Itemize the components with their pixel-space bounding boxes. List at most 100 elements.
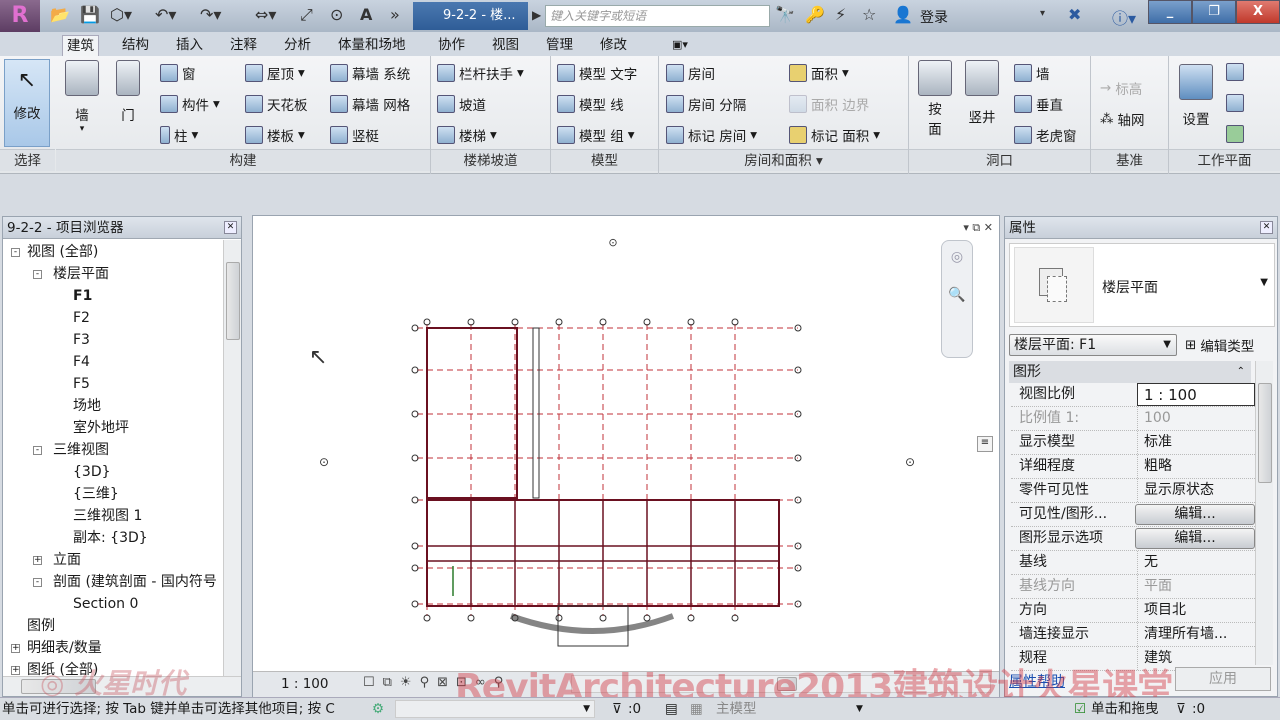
- browser-item[interactable]: 视图 (全部): [27, 241, 98, 263]
- grid-button[interactable]: ⁂ 轴网: [1100, 109, 1145, 129]
- expand-toggle-icon[interactable]: -: [11, 248, 20, 257]
- edit-type-button[interactable]: ⊞ 编辑类型: [1185, 335, 1254, 355]
- expand-toggle-icon[interactable]: +: [11, 666, 20, 675]
- tab-annotate[interactable]: 注释: [226, 35, 261, 56]
- apply-button[interactable]: 应用: [1175, 667, 1271, 691]
- design-option-dropdown[interactable]: 主模型: [716, 698, 757, 720]
- browser-item[interactable]: 剖面 (建筑剖面 - 国内符号: [53, 571, 217, 593]
- browser-item[interactable]: 场地: [73, 395, 101, 417]
- chevron-down-icon[interactable]: ▾: [1040, 8, 1045, 19]
- workset-dropdown[interactable]: ▼: [395, 700, 595, 718]
- ref-plane-icon[interactable]: [1226, 94, 1244, 112]
- instance-filter-dropdown[interactable]: 楼层平面: F1 ▼: [1009, 334, 1177, 356]
- expand-toggle-icon[interactable]: -: [33, 578, 42, 587]
- tab-manage[interactable]: 管理: [542, 35, 577, 56]
- minimize-button[interactable]: _: [1148, 0, 1192, 24]
- chevron-down-icon[interactable]: ▼: [856, 698, 863, 720]
- property-value[interactable]: 1 : 100: [1137, 383, 1255, 406]
- property-value[interactable]: 显示原状态: [1137, 479, 1255, 502]
- open-icon[interactable]: 📂: [50, 5, 70, 24]
- dormer-button[interactable]: 老虎窗: [1014, 125, 1077, 145]
- browser-vertical-scrollbar[interactable]: [223, 240, 241, 678]
- mullion-button[interactable]: 竖梃: [330, 125, 379, 145]
- expand-toggle-icon[interactable]: -: [33, 446, 42, 455]
- scrollbar-thumb[interactable]: [1258, 383, 1272, 483]
- dimension-icon[interactable]: ⤢: [300, 5, 313, 25]
- tab-architecture[interactable]: 建筑: [62, 35, 99, 56]
- window-button[interactable]: 窗: [160, 63, 196, 83]
- browser-item[interactable]: Section 0: [73, 593, 138, 615]
- browser-item[interactable]: 立面: [53, 549, 81, 571]
- component-button[interactable]: 构件 ▾: [160, 94, 220, 114]
- tab-structure[interactable]: 结构: [118, 35, 153, 56]
- by-face-button[interactable]: 按面: [915, 60, 955, 138]
- model-text-button[interactable]: 模型 文字: [557, 63, 637, 83]
- railing-button[interactable]: 栏杆扶手 ▾: [437, 63, 524, 83]
- model-group-button[interactable]: 模型 组 ▾: [557, 125, 635, 145]
- restore-button[interactable]: ❐: [1192, 0, 1236, 24]
- browser-item[interactable]: {三维}: [73, 483, 119, 505]
- close-button[interactable]: X: [1236, 0, 1280, 24]
- floor-plan-view[interactable]: ▾ ⧉ ✕ ◎ 🔍 ≡ ⊙ ⊙ ⊙ ↖ 1 : 100 ☐⧉☀⚲⊠⊡∞⚲: [252, 215, 1000, 697]
- redo-icon[interactable]: ↷▾: [200, 5, 221, 24]
- show-work-plane-icon[interactable]: [1226, 63, 1244, 81]
- tab-insert[interactable]: 插入: [172, 35, 207, 56]
- column-button[interactable]: 柱 ▾: [160, 125, 198, 145]
- property-value[interactable]: 项目北: [1137, 599, 1255, 622]
- browser-item[interactable]: 三维视图: [53, 439, 109, 461]
- floor-button[interactable]: 楼板 ▾: [245, 125, 305, 145]
- key-icon[interactable]: 🔑: [805, 5, 825, 24]
- close-icon[interactable]: ✕: [224, 221, 237, 234]
- browser-item[interactable]: 三维视图 1: [73, 505, 142, 527]
- expand-toggle-icon[interactable]: +: [33, 556, 42, 565]
- login-link[interactable]: 登录: [920, 7, 948, 27]
- browser-item[interactable]: 明细表/数量: [27, 637, 102, 659]
- wall-opening-button[interactable]: 墙: [1014, 63, 1050, 83]
- sync-icon[interactable]: ⬡▾: [110, 5, 132, 24]
- tag-area-button[interactable]: 标记 面积 ▾: [789, 125, 880, 145]
- satellite-icon[interactable]: ⚡: [835, 5, 846, 24]
- panel-room-area-label[interactable]: 房间和面积 ▾: [659, 149, 908, 171]
- collapse-icon[interactable]: ⌃: [1237, 361, 1245, 383]
- wall-button[interactable]: 墙 ▾: [62, 60, 102, 134]
- ramp-button[interactable]: 坡道: [437, 94, 486, 114]
- vertical-opening-button[interactable]: 垂直: [1014, 94, 1063, 114]
- scrollbar-thumb[interactable]: [226, 262, 240, 340]
- browser-item[interactable]: F1: [73, 285, 92, 307]
- browser-item[interactable]: F4: [73, 351, 90, 373]
- option-icon[interactable]: ▦: [690, 698, 703, 720]
- panel-select-label[interactable]: 选择: [0, 149, 55, 171]
- ribbon-minimize-toggle[interactable]: ▣▾: [668, 35, 692, 56]
- group-graphics[interactable]: 图形 ⌃: [1009, 361, 1251, 383]
- close-icon[interactable]: ✕: [1260, 221, 1273, 234]
- stair-button[interactable]: 楼梯 ▾: [437, 125, 497, 145]
- design-options-icon[interactable]: ▤: [665, 698, 678, 720]
- modify-button[interactable]: ↖ 修改: [4, 59, 50, 147]
- filter-icon[interactable]: ⊽: [1176, 698, 1186, 720]
- property-value[interactable]: 标准: [1137, 431, 1255, 454]
- viewer-icon[interactable]: [1226, 125, 1244, 143]
- browser-item[interactable]: 副本: {3D}: [73, 527, 148, 549]
- property-value[interactable]: 粗略: [1137, 455, 1255, 478]
- browser-item[interactable]: 室外地坪: [73, 417, 129, 439]
- expand-toggle-icon[interactable]: +: [11, 644, 20, 653]
- editable-only-icon[interactable]: ⊽: [612, 698, 622, 720]
- text-icon[interactable]: A: [360, 5, 372, 24]
- tab-collaborate[interactable]: 协作: [434, 35, 469, 56]
- drag-checkbox[interactable]: ☑: [1074, 698, 1086, 720]
- edit-button[interactable]: 编辑...: [1135, 504, 1255, 525]
- room-button[interactable]: 房间: [666, 63, 715, 83]
- help-icon[interactable]: ⓘ▾: [1112, 5, 1136, 29]
- browser-item[interactable]: 楼层平面: [53, 263, 109, 285]
- star-icon[interactable]: ☆: [862, 5, 876, 24]
- undo-icon[interactable]: ↶▾: [155, 5, 176, 24]
- save-icon[interactable]: 💾: [80, 5, 100, 24]
- tab-view[interactable]: 视图: [488, 35, 523, 56]
- browser-item[interactable]: F2: [73, 307, 90, 329]
- type-selector[interactable]: 楼层平面 ▼: [1009, 243, 1275, 327]
- application-menu-button[interactable]: R: [0, 0, 40, 34]
- tab-analyze[interactable]: 分析: [280, 35, 315, 56]
- measure-icon[interactable]: ⇔▾: [255, 5, 276, 24]
- chevron-right-icon[interactable]: ▶: [532, 8, 541, 22]
- roof-button[interactable]: 屋顶 ▾: [245, 63, 305, 83]
